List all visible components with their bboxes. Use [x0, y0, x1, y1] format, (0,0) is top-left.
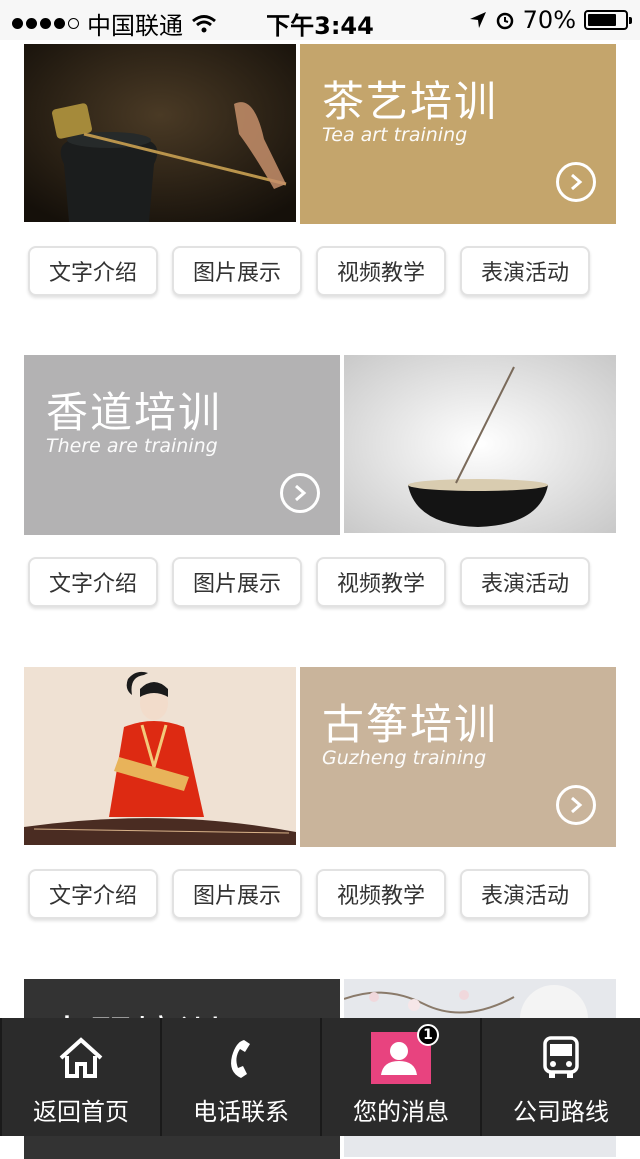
incense-image: [344, 355, 616, 533]
bus-icon: [531, 1032, 591, 1084]
battery-percent: 70%: [522, 6, 576, 34]
guzheng-gallery-button[interactable]: 图片展示: [172, 869, 302, 919]
section-guzheng: 古筝培训 Guzheng training 文字介绍 图片展示 视频教学 表演活…: [24, 667, 616, 919]
tea-button-row: 文字介绍 图片展示 视频教学 表演活动: [28, 246, 590, 296]
home-icon: [51, 1032, 111, 1084]
battery-icon: [584, 10, 632, 30]
status-bar: 中国联通 下午3:44 70%: [0, 0, 640, 40]
guzheng-title: 古筝培训: [322, 700, 499, 749]
guzheng-card[interactable]: 古筝培训 Guzheng training: [24, 667, 616, 847]
tea-gallery-button[interactable]: 图片展示: [172, 246, 302, 296]
location-arrow-icon: [469, 12, 486, 28]
incense-gallery-button[interactable]: 图片展示: [172, 557, 302, 607]
incense-card[interactable]: 香道培训 There are training: [24, 355, 616, 535]
incense-title-box: 香道培训 There are training: [24, 355, 340, 535]
user-message-icon: 1: [371, 1024, 439, 1084]
tab-route[interactable]: 公司路线: [480, 1018, 640, 1136]
tab-phone[interactable]: 电话联系: [160, 1018, 320, 1136]
tab-home-label: 返回首页: [33, 1098, 129, 1126]
tea-more-button[interactable]: [556, 162, 596, 202]
phone-icon: [211, 1032, 271, 1084]
guzheng-button-row: 文字介绍 图片展示 视频教学 表演活动: [28, 869, 590, 919]
alarm-icon: [496, 12, 513, 30]
guzheng-image: [24, 667, 296, 845]
tab-messages[interactable]: 1 您的消息: [320, 1018, 480, 1136]
incense-subtitle: There are training: [46, 435, 218, 457]
guzheng-title-box: 古筝培训 Guzheng training: [300, 667, 616, 847]
tab-phone-label: 电话联系: [193, 1098, 289, 1126]
tea-text-intro-button[interactable]: 文字介绍: [28, 246, 158, 296]
incense-performance-button[interactable]: 表演活动: [460, 557, 590, 607]
incense-more-button[interactable]: [280, 473, 320, 513]
guzheng-video-button[interactable]: 视频教学: [316, 869, 446, 919]
tea-title-box: 茶艺培训 Tea art training: [300, 44, 616, 224]
incense-text-intro-button[interactable]: 文字介绍: [28, 557, 158, 607]
tea-performance-button[interactable]: 表演活动: [460, 246, 590, 296]
guzheng-text-intro-button[interactable]: 文字介绍: [28, 869, 158, 919]
section-tea: 茶艺培训 Tea art training 文字介绍 图片展示 视频教学 表演活…: [24, 44, 616, 296]
tea-title: 茶艺培训: [322, 77, 499, 126]
section-incense: 香道培训 There are training 文字介绍 图片展示 视频教学 表…: [24, 355, 616, 607]
guzheng-subtitle: Guzheng training: [322, 747, 487, 769]
tea-video-button[interactable]: 视频教学: [316, 246, 446, 296]
incense-title: 香道培训: [46, 388, 223, 437]
incense-button-row: 文字介绍 图片展示 视频教学 表演活动: [28, 557, 590, 607]
tea-image: [24, 44, 296, 222]
guzheng-performance-button[interactable]: 表演活动: [460, 869, 590, 919]
tea-subtitle: Tea art training: [322, 124, 468, 146]
tab-home[interactable]: 返回首页: [0, 1018, 160, 1136]
tab-route-label: 公司路线: [513, 1098, 609, 1126]
incense-video-button[interactable]: 视频教学: [316, 557, 446, 607]
status-right: 70%: [469, 6, 632, 34]
guzheng-more-button[interactable]: [556, 785, 596, 825]
tea-card[interactable]: 茶艺培训 Tea art training: [24, 44, 616, 224]
tab-messages-label: 您的消息: [353, 1098, 449, 1126]
page-content: 茶艺培训 Tea art training 文字介绍 图片展示 视频教学 表演活…: [0, 0, 640, 1159]
chevron-right-icon: [571, 796, 583, 814]
message-count-badge: 1: [417, 1024, 439, 1046]
chevron-right-icon: [295, 484, 307, 502]
bottom-tab-bar: 返回首页 电话联系 1 您的消息 公司路线: [0, 1018, 640, 1136]
chevron-right-icon: [571, 173, 583, 191]
